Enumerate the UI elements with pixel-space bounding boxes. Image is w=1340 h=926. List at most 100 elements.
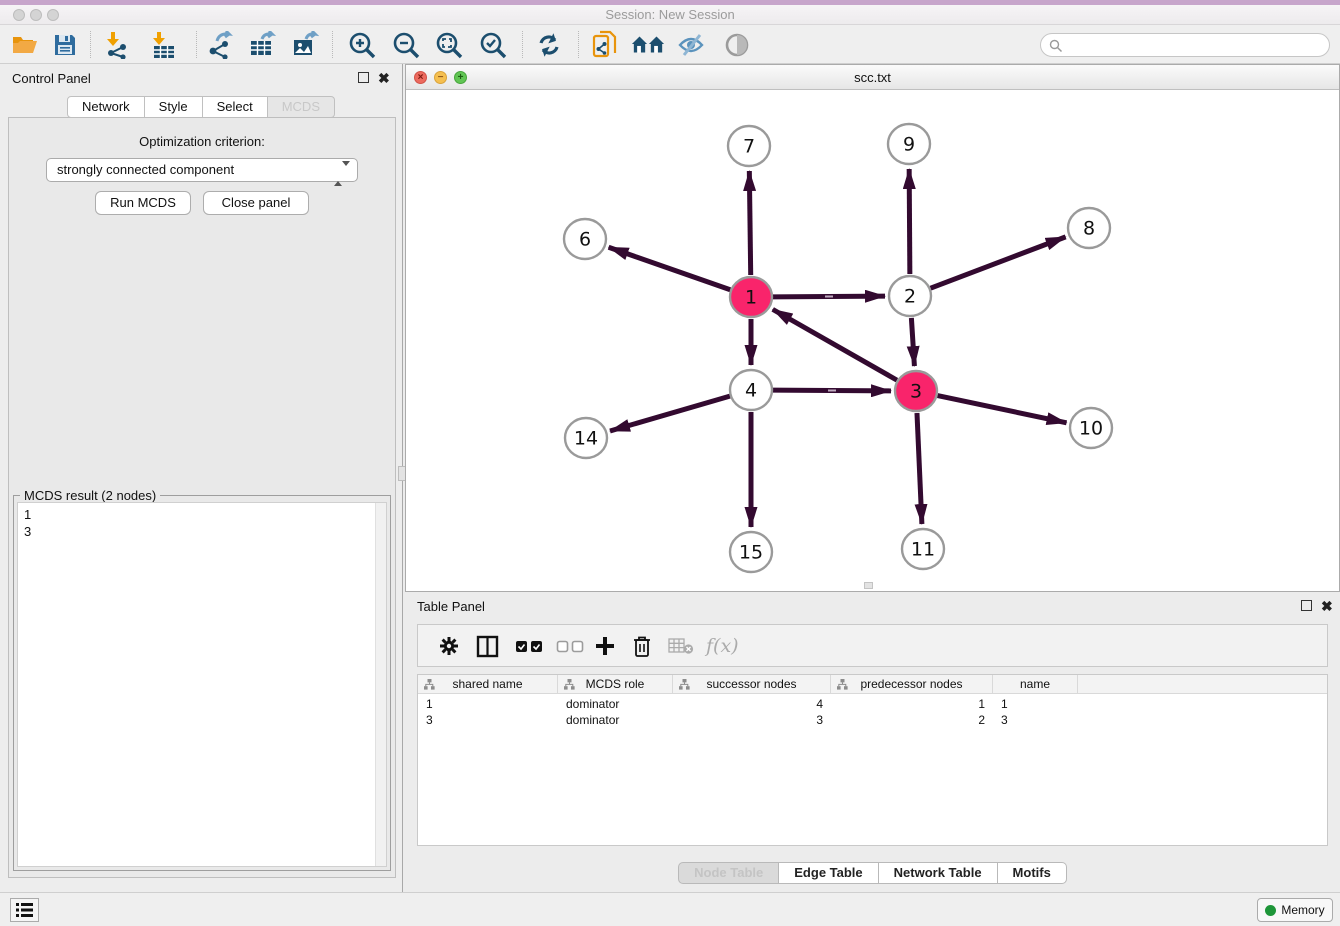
optimization-criterion-select[interactable]: strongly connected component: [46, 158, 358, 182]
close-table-panel-icon[interactable]: ✖: [1321, 600, 1333, 612]
cell-MCDS-role[interactable]: dominator: [558, 712, 673, 728]
cell-predecessor-nodes[interactable]: 1: [831, 696, 993, 712]
run-mcds-button[interactable]: Run MCDS: [95, 191, 191, 215]
tab-edge-table[interactable]: Edge Table: [779, 862, 878, 884]
node-table[interactable]: shared nameMCDS rolesuccessor nodesprede…: [417, 674, 1328, 846]
graph-node-11[interactable]: 11: [902, 529, 944, 569]
cell-name[interactable]: 1: [993, 696, 1078, 712]
edge-3-10[interactable]: [938, 396, 1067, 423]
tab-node-table[interactable]: Node Table: [678, 862, 779, 884]
graph-node-7[interactable]: 7: [728, 126, 770, 166]
open-session-icon[interactable]: [8, 29, 42, 61]
column-header-shared-name[interactable]: shared name: [418, 675, 558, 694]
control-panel-tabs: NetworkStyleSelectMCDS: [0, 96, 402, 118]
clone-network-icon[interactable]: [588, 29, 622, 61]
export-network-icon[interactable]: [202, 29, 236, 61]
delete-column-icon[interactable]: [632, 631, 652, 661]
column-hierarchy-icon: [679, 679, 690, 690]
delete-table-icon: [668, 631, 694, 661]
graph-node-15[interactable]: 15: [730, 532, 772, 572]
edge-2-3[interactable]: [911, 318, 914, 366]
float-table-panel-icon[interactable]: [1301, 600, 1312, 611]
zoom-out-icon[interactable]: [389, 29, 423, 61]
tab-select[interactable]: Select: [203, 96, 268, 118]
edge-2-9[interactable]: [909, 169, 910, 274]
node-label: 9: [903, 134, 915, 156]
column-header-predecessor-nodes[interactable]: predecessor nodes: [831, 675, 993, 694]
app-window: Session: New Session: [0, 0, 1340, 926]
select-all-checkboxes-icon[interactable]: [515, 631, 543, 661]
zoom-selected-icon[interactable]: [476, 29, 510, 61]
select-stepper-icon: [334, 163, 350, 185]
optimization-criterion-label: Optimization criterion:: [9, 134, 395, 149]
show-column-icon[interactable]: [476, 631, 499, 661]
memory-status-icon: [1265, 905, 1276, 916]
graph-node-3[interactable]: 3: [895, 371, 937, 411]
edge-1-6[interactable]: [609, 247, 731, 289]
edge-2-8[interactable]: [931, 237, 1066, 288]
close-panel-icon[interactable]: ✖: [378, 72, 390, 84]
horizontal-splitter-handle[interactable]: [864, 582, 873, 589]
edge-1-7[interactable]: [749, 171, 750, 275]
edge-3-11[interactable]: [917, 413, 922, 524]
network-view-window: × − + scc.txt 7 9 6 8 1 2 4 3 14 10 15 11: [405, 64, 1340, 592]
edge-4-14[interactable]: [610, 396, 730, 431]
tab-motifs[interactable]: Motifs: [998, 862, 1067, 884]
close-panel-button[interactable]: Close panel: [203, 191, 309, 215]
cell-predecessor-nodes[interactable]: 2: [831, 712, 993, 728]
deselect-all-checkboxes-icon[interactable]: [556, 631, 584, 661]
table-row[interactable]: 3dominator323: [418, 712, 1327, 728]
save-session-icon[interactable]: [48, 29, 82, 61]
export-image-icon[interactable]: [288, 29, 322, 61]
cell-successor-nodes[interactable]: 3: [673, 712, 831, 728]
table-row[interactable]: 1dominator411: [418, 696, 1327, 712]
import-table-icon[interactable]: [146, 29, 180, 61]
export-table-icon[interactable]: [245, 29, 279, 61]
cell-name[interactable]: 3: [993, 712, 1078, 728]
graph-node-1[interactable]: 1: [730, 277, 772, 317]
settings-gear-icon[interactable]: [438, 631, 460, 661]
graph-node-9[interactable]: 9: [888, 124, 930, 164]
task-history-button[interactable]: [10, 898, 39, 922]
network-canvas[interactable]: 7 9 6 8 1 2 4 3 14 10 15 11: [406, 90, 1339, 585]
column-header-MCDS-role[interactable]: MCDS role: [558, 675, 673, 694]
import-network-icon[interactable]: [100, 29, 134, 61]
tab-style[interactable]: Style: [145, 96, 203, 118]
edge-3-1[interactable]: [773, 309, 897, 380]
graph-node-4[interactable]: 4: [730, 370, 772, 410]
refresh-icon[interactable]: [532, 29, 566, 61]
cell-shared-name[interactable]: 3: [418, 712, 558, 728]
node-label: 14: [574, 428, 598, 450]
tab-network-table[interactable]: Network Table: [879, 862, 998, 884]
first-neighbors-icon[interactable]: [631, 29, 665, 61]
titlebar: Session: New Session: [0, 5, 1340, 25]
show-all-icon[interactable]: [720, 29, 754, 61]
mcds-result-scrollbar[interactable]: [375, 503, 386, 866]
search-input[interactable]: [1067, 36, 1322, 54]
graph-node-2[interactable]: 2: [889, 276, 931, 316]
graph-node-14[interactable]: 14: [565, 418, 607, 458]
graph-node-8[interactable]: 8: [1068, 208, 1110, 248]
memory-label: Memory: [1281, 903, 1324, 917]
node-label: 6: [579, 229, 591, 251]
column-header-successor-nodes[interactable]: successor nodes: [673, 675, 831, 694]
column-header-name[interactable]: name: [993, 675, 1078, 694]
tab-network[interactable]: Network: [67, 96, 145, 118]
cell-shared-name[interactable]: 1: [418, 696, 558, 712]
cell-successor-nodes[interactable]: 4: [673, 696, 831, 712]
graph-node-10[interactable]: 10: [1070, 408, 1112, 448]
network-window-titlebar[interactable]: × − + scc.txt: [406, 65, 1339, 90]
control-panel: Control Panel ✖ NetworkStyleSelectMCDS O…: [0, 64, 403, 892]
zoom-in-icon[interactable]: [345, 29, 379, 61]
float-panel-icon[interactable]: [358, 72, 369, 83]
node-label: 2: [904, 286, 916, 308]
graph-node-6[interactable]: 6: [564, 219, 606, 259]
zoom-fit-icon[interactable]: [432, 29, 466, 61]
control-panel-title: Control Panel: [12, 71, 91, 86]
hide-selected-icon[interactable]: [675, 29, 709, 61]
tab-mcds[interactable]: MCDS: [268, 96, 335, 118]
mcds-result-group: MCDS result (2 nodes) 1 3: [13, 495, 391, 871]
cell-MCDS-role[interactable]: dominator: [558, 696, 673, 712]
memory-button[interactable]: Memory: [1257, 898, 1333, 922]
add-column-icon[interactable]: [594, 631, 616, 661]
